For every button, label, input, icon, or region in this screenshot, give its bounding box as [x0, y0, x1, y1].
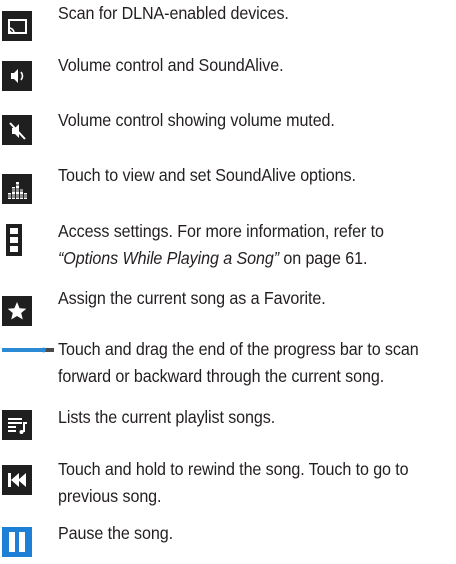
legend-text-line-1: Access settings. For more information, r…	[58, 221, 384, 241]
page-reference-title: “Options While Playing a Song”	[58, 248, 279, 268]
legend-text: Pause the song.	[58, 523, 173, 543]
pause-icon	[2, 527, 32, 557]
legend-text: Scan for DLNA-enabled devices.	[58, 3, 289, 23]
playlist-icon	[2, 410, 32, 440]
rewind-icon	[2, 465, 32, 495]
page-reference-number: on page 61.	[278, 248, 368, 268]
screen-share-icon	[2, 11, 32, 41]
progress-bar-icon	[2, 347, 54, 353]
legend-text: Assign the current song as a Favorite.	[58, 288, 326, 308]
legend-text-line-2: previous song.	[58, 486, 162, 506]
legend-text: Volume control showing volume muted.	[58, 110, 335, 130]
legend-text: Touch to view and set SoundAlive options…	[58, 165, 356, 185]
volume-muted-icon	[2, 115, 32, 145]
legend-text: Volume control and SoundAlive.	[58, 55, 284, 75]
legend-text-line-1: Touch and hold to rewind the song. Touch…	[58, 459, 409, 479]
legend-text: Lists the current playlist songs.	[58, 407, 276, 427]
equalizer-icon	[2, 174, 32, 204]
legend-text-line-1: Touch and drag the end of the progress b…	[58, 339, 419, 359]
legend-text-line-2: forward or backward through the current …	[58, 366, 385, 386]
volume-icon	[2, 61, 32, 91]
legend-text-line-2: “Options While Playing a Song” on page 6…	[58, 245, 420, 272]
menu-dots-icon	[6, 224, 22, 256]
star-icon	[2, 296, 32, 326]
